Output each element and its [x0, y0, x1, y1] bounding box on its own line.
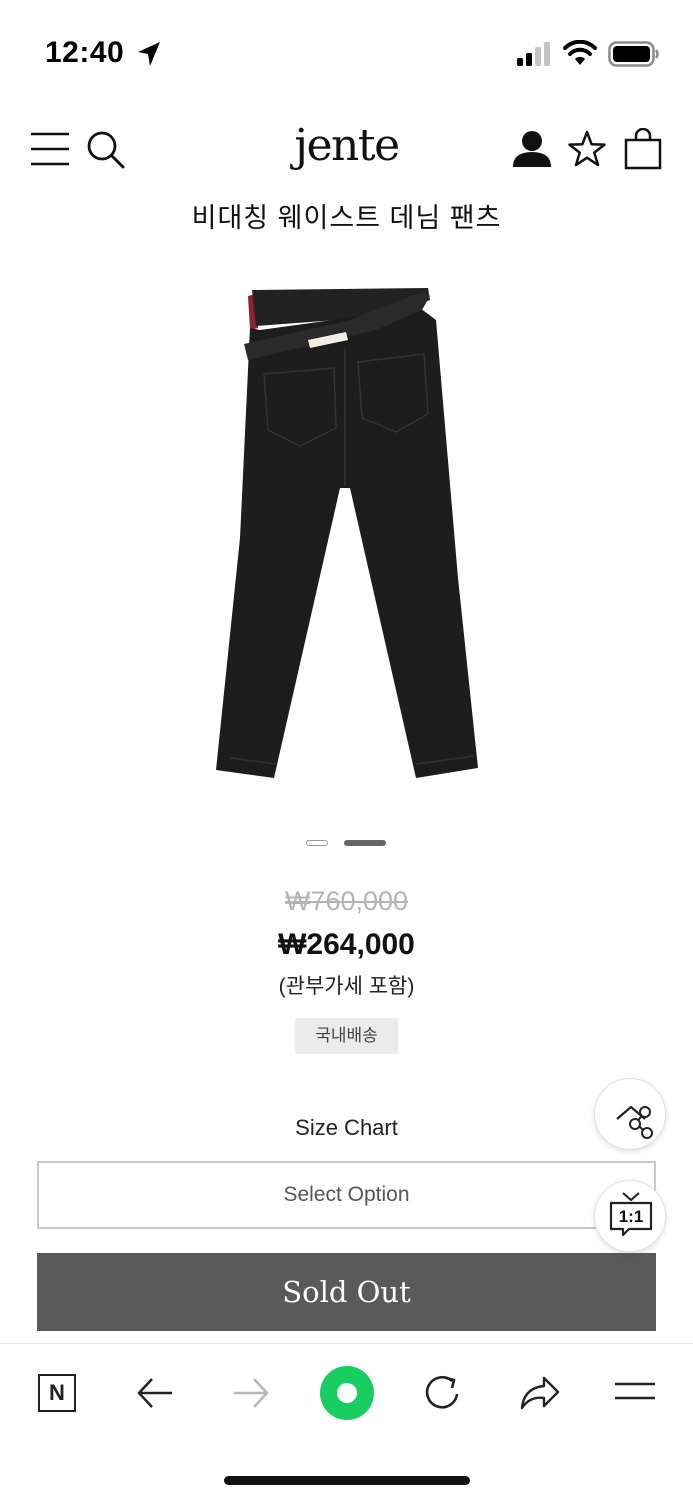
share-floating-button[interactable] [594, 1078, 666, 1150]
naver-label: N [49, 1380, 65, 1405]
price-tax-note: (관부가세 포함) [278, 975, 415, 998]
wifi-icon [563, 40, 597, 65]
cellular-signal-icon [517, 42, 550, 66]
back-arrow-icon[interactable] [136, 1374, 174, 1412]
share-arrow-icon[interactable] [518, 1372, 562, 1414]
battery-icon [608, 41, 659, 67]
site-header: jente [0, 118, 693, 182]
chat-label: 1:1 [618, 1207, 644, 1226]
location-arrow-icon [138, 42, 160, 66]
naver-home-icon[interactable]: N [38, 1374, 76, 1412]
forward-arrow-icon[interactable] [232, 1374, 270, 1412]
status-time: 12:40 [45, 36, 125, 69]
green-dot-icon[interactable] [318, 1364, 376, 1422]
product-title: 비대칭 웨이스트 데님 팬츠 [191, 203, 502, 233]
user-icon[interactable] [512, 130, 552, 168]
star-icon[interactable] [568, 130, 606, 168]
status-bar: 12:40 [0, 0, 693, 100]
option-select[interactable]: Select Option [37, 1161, 656, 1229]
carousel-dots [0, 838, 693, 850]
menu-lines-icon[interactable] [614, 1378, 656, 1408]
shipping-badge: 국내배송 [295, 1018, 398, 1054]
home-indicator[interactable] [224, 1476, 470, 1485]
chat-floating-button[interactable]: 1:1 [594, 1180, 666, 1252]
price-original: ₩760,000 [284, 886, 409, 916]
shopping-bag-icon[interactable] [624, 128, 662, 170]
sold-out-button[interactable]: Sold Out [37, 1253, 656, 1331]
carousel-dot-1[interactable] [306, 840, 328, 846]
carousel-dot-2-active[interactable] [344, 840, 386, 846]
size-chart-link[interactable]: Size Chart [0, 1115, 693, 1141]
product-image[interactable] [200, 278, 490, 788]
price-sale: ₩264,000 [278, 928, 415, 961]
reload-icon[interactable] [422, 1372, 464, 1414]
share-icon [616, 1105, 653, 1139]
